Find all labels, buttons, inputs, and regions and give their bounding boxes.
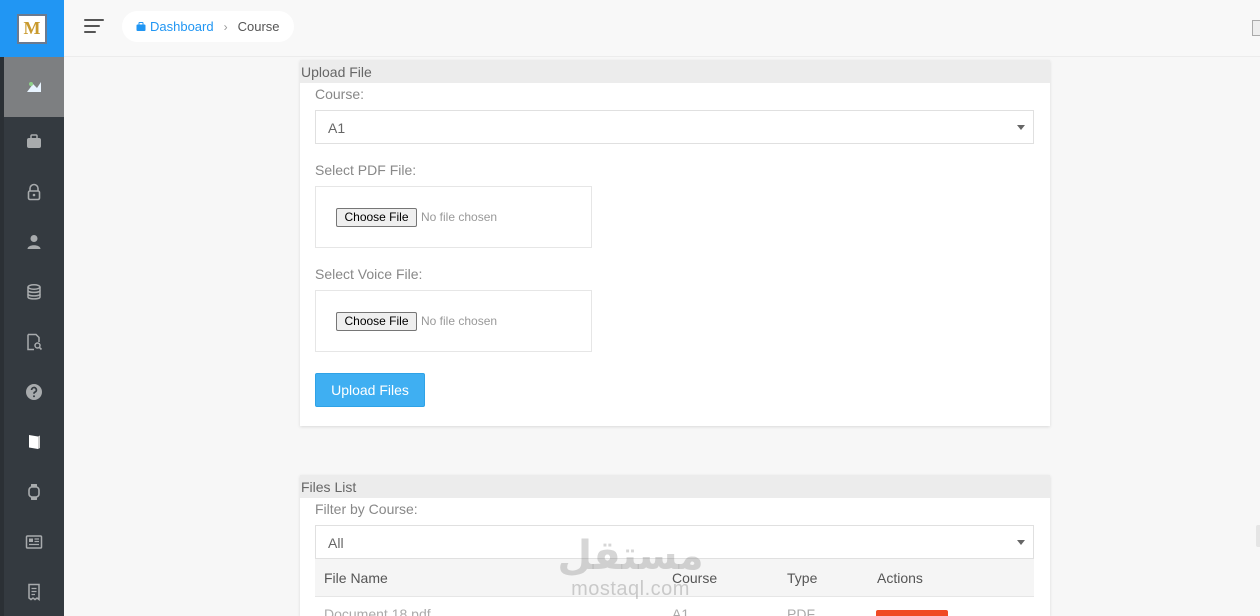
- avatar-image-icon: [27, 82, 41, 92]
- breadcrumb-current: Course: [237, 19, 280, 34]
- type-cell: PDF: [787, 606, 815, 616]
- breadcrumb: Dashboard › Course: [122, 11, 294, 42]
- sidebar-item-briefcase[interactable]: [4, 117, 64, 167]
- menu-toggle-icon[interactable]: [84, 19, 104, 35]
- column-header-course: Course: [672, 570, 718, 586]
- sidebar-item-news[interactable]: [4, 517, 64, 567]
- upload-card-title: Upload File: [300, 60, 1050, 83]
- logo-area[interactable]: M: [0, 0, 64, 57]
- upload-file-card: Upload File Course: A1 Select PDF File: …: [300, 60, 1050, 426]
- column-header-file-name: File Name: [324, 570, 388, 586]
- voice-choose-file-button[interactable]: Choose File: [336, 312, 417, 331]
- course-cell: A1: [672, 606, 690, 616]
- pdf-choose-file-button[interactable]: Choose File: [336, 208, 417, 227]
- question-circle-icon: [26, 384, 42, 400]
- lock-icon: [27, 183, 41, 201]
- newspaper-icon: [25, 535, 43, 549]
- files-table-header: File Name Course Type Actions: [315, 559, 1034, 597]
- column-header-type: Type: [787, 570, 818, 586]
- sidebar-item-database[interactable]: [4, 267, 64, 317]
- course-select[interactable]: A1: [315, 110, 1034, 144]
- course-label: Course:: [315, 86, 365, 102]
- book-icon: [29, 435, 40, 449]
- document-search-icon: [27, 333, 43, 351]
- sidebar-item-document-search[interactable]: [4, 317, 64, 367]
- sidebar-item-receipt[interactable]: [4, 567, 64, 616]
- app-logo: M: [17, 13, 47, 44]
- briefcase-icon: [27, 134, 41, 148]
- files-card-title: Files List: [300, 475, 1050, 498]
- watch-icon: [28, 484, 40, 500]
- filter-course-label: Filter by Course:: [315, 501, 418, 517]
- user-icon: [27, 235, 41, 249]
- file-name-cell: Document 18.pdf: [324, 606, 431, 616]
- course-select-value: A1: [328, 120, 346, 136]
- sidebar-item-help[interactable]: [4, 367, 64, 417]
- breadcrumb-separator: ›: [223, 19, 228, 34]
- pdf-file-label: Select PDF File:: [315, 162, 417, 178]
- pdf-no-file-text: No file chosen: [421, 210, 498, 224]
- filter-course-select[interactable]: All: [315, 525, 1034, 559]
- sidebar-item-watch[interactable]: [4, 467, 64, 517]
- receipt-icon: [28, 583, 40, 601]
- avatar[interactable]: [4, 57, 64, 117]
- chevron-down-icon: [1017, 125, 1025, 130]
- sidebar-item-user[interactable]: [4, 217, 64, 267]
- voice-file-input: Choose File No file chosen: [315, 290, 592, 352]
- delete-button[interactable]: [876, 610, 948, 616]
- filter-select-value: All: [328, 535, 344, 551]
- pdf-file-input: Choose File No file chosen: [315, 186, 592, 248]
- scrollbar-handle[interactable]: [1256, 525, 1260, 547]
- sidebar: M: [0, 0, 64, 616]
- files-list-card: Files List Filter by Course: All File Na…: [300, 475, 1050, 616]
- upload-files-button[interactable]: Upload Files: [315, 373, 425, 407]
- table-row: Document 18.pdf A1 PDF: [315, 597, 1034, 616]
- voice-file-label: Select Voice File:: [315, 266, 423, 282]
- column-header-actions: Actions: [877, 570, 923, 586]
- home-briefcase-icon: [136, 21, 146, 31]
- database-icon: [27, 284, 41, 300]
- sidebar-item-course[interactable]: [4, 417, 64, 467]
- breadcrumb-home[interactable]: Dashboard: [136, 19, 214, 34]
- sidebar-item-lock[interactable]: [4, 167, 64, 217]
- voice-no-file-text: No file chosen: [421, 314, 498, 328]
- chevron-down-icon: [1017, 540, 1025, 545]
- breadcrumb-home-label: Dashboard: [150, 19, 214, 34]
- top-header: Dashboard › Course: [64, 0, 1260, 57]
- profile-image[interactable]: [1252, 20, 1260, 36]
